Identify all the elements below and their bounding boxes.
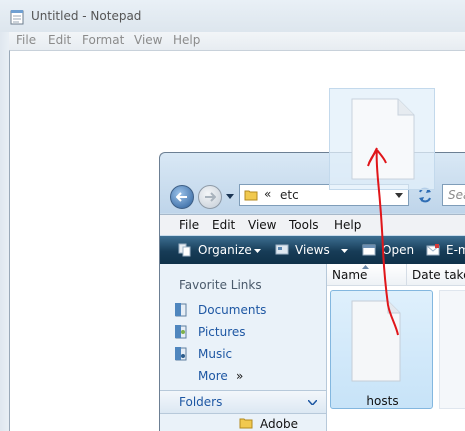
nav-link-pictures[interactable]: Pictures <box>174 324 284 340</box>
notepad-menu-edit[interactable]: Edit <box>48 32 71 50</box>
explorer-menu-view[interactable]: View <box>248 218 276 232</box>
recent-pages-dropdown-icon[interactable] <box>226 194 234 199</box>
address-dropdown-icon[interactable] <box>395 193 403 198</box>
explorer-menu-tools[interactable]: Tools <box>289 218 319 232</box>
organize-button[interactable]: Organize <box>178 243 263 259</box>
notepad-title: Untitled - Notepad <box>31 9 142 23</box>
explorer-menu-edit[interactable]: Edit <box>212 218 235 232</box>
email-icon <box>426 244 440 256</box>
file-name: hosts <box>366 394 399 408</box>
notepad-menu-help[interactable]: Help <box>173 32 200 50</box>
folder-icon <box>239 418 253 429</box>
favorite-links-heading: Favorite Links <box>179 278 262 292</box>
explorer-menu-file[interactable]: File <box>179 218 199 232</box>
search-placeholder: Sea <box>448 188 465 202</box>
address-overflow-chevron[interactable]: « <box>264 187 271 201</box>
nav-link-more-label: More <box>198 369 228 383</box>
views-label: Views <box>295 243 330 257</box>
open-icon <box>362 244 376 256</box>
file-item-selected[interactable]: hosts <box>330 290 433 409</box>
nav-link-music[interactable]: Music <box>174 346 284 362</box>
forward-arrow-icon <box>205 192 216 202</box>
notepad-menu-format[interactable]: Format <box>82 32 124 50</box>
document-file-icon <box>351 98 415 180</box>
column-header-name-label: Name <box>332 268 368 282</box>
file-item[interactable] <box>439 290 465 409</box>
column-header-name[interactable]: Name <box>327 264 407 286</box>
search-input[interactable]: Sea <box>442 184 465 206</box>
column-header-date-taken[interactable]: Date taker <box>407 264 465 286</box>
explorer-menu-help[interactable]: Help <box>334 218 361 232</box>
back-arrow-icon <box>176 192 187 202</box>
navigation-pane: Favorite Links Documents Pictures Music <box>160 264 326 431</box>
folders-header[interactable]: Folders <box>160 390 326 414</box>
email-button[interactable]: E-m <box>426 243 465 259</box>
folder-icon <box>244 190 258 201</box>
documents-icon <box>175 303 187 317</box>
document-file-icon <box>351 300 401 382</box>
more-chevron-icon: » <box>236 369 244 383</box>
notepad-menu-bar: File Edit Format View Help <box>0 32 465 50</box>
folder-tree-label: Adobe <box>260 417 298 431</box>
notepad-window-border <box>0 32 9 431</box>
folders-label: Folders <box>179 395 223 409</box>
notepad-menu-view[interactable]: View <box>134 32 162 50</box>
chevron-down-icon <box>308 400 317 405</box>
email-label: E-m <box>446 243 465 257</box>
organize-icon <box>178 243 191 257</box>
pictures-icon <box>175 325 187 339</box>
nav-link-documents-label: Documents <box>198 303 267 317</box>
organize-dropdown-icon <box>254 249 261 253</box>
command-bar: Organize Views Open E-m <box>160 236 465 264</box>
notepad-app-icon <box>10 10 24 25</box>
nav-link-pictures-label: Pictures <box>198 325 246 339</box>
address-path[interactable]: etc <box>280 188 299 202</box>
views-dropdown-icon <box>341 249 348 253</box>
open-button[interactable]: Open <box>362 243 417 259</box>
nav-link-documents[interactable]: Documents <box>174 302 284 318</box>
notepad-menu-file[interactable]: File <box>16 32 36 50</box>
drag-preview <box>329 88 435 190</box>
file-list-pane: Name Date taker hosts <box>326 264 465 431</box>
explorer-window: « etc Sea File Edit View Tools Help <box>159 152 465 431</box>
explorer-menu-bar: File Edit View Tools Help <box>160 214 465 235</box>
nav-link-more[interactable]: More » <box>174 368 284 384</box>
forward-button[interactable] <box>198 185 222 209</box>
back-button[interactable] <box>170 185 194 209</box>
views-icon <box>275 244 289 255</box>
views-button[interactable]: Views <box>275 243 350 259</box>
notepad-title-bar[interactable]: Untitled - Notepad <box>0 0 465 32</box>
column-header-date-taken-label: Date taker <box>412 268 465 282</box>
open-label: Open <box>382 243 415 257</box>
music-icon <box>175 347 187 361</box>
nav-link-music-label: Music <box>198 347 233 361</box>
organize-label: Organize <box>198 243 252 257</box>
